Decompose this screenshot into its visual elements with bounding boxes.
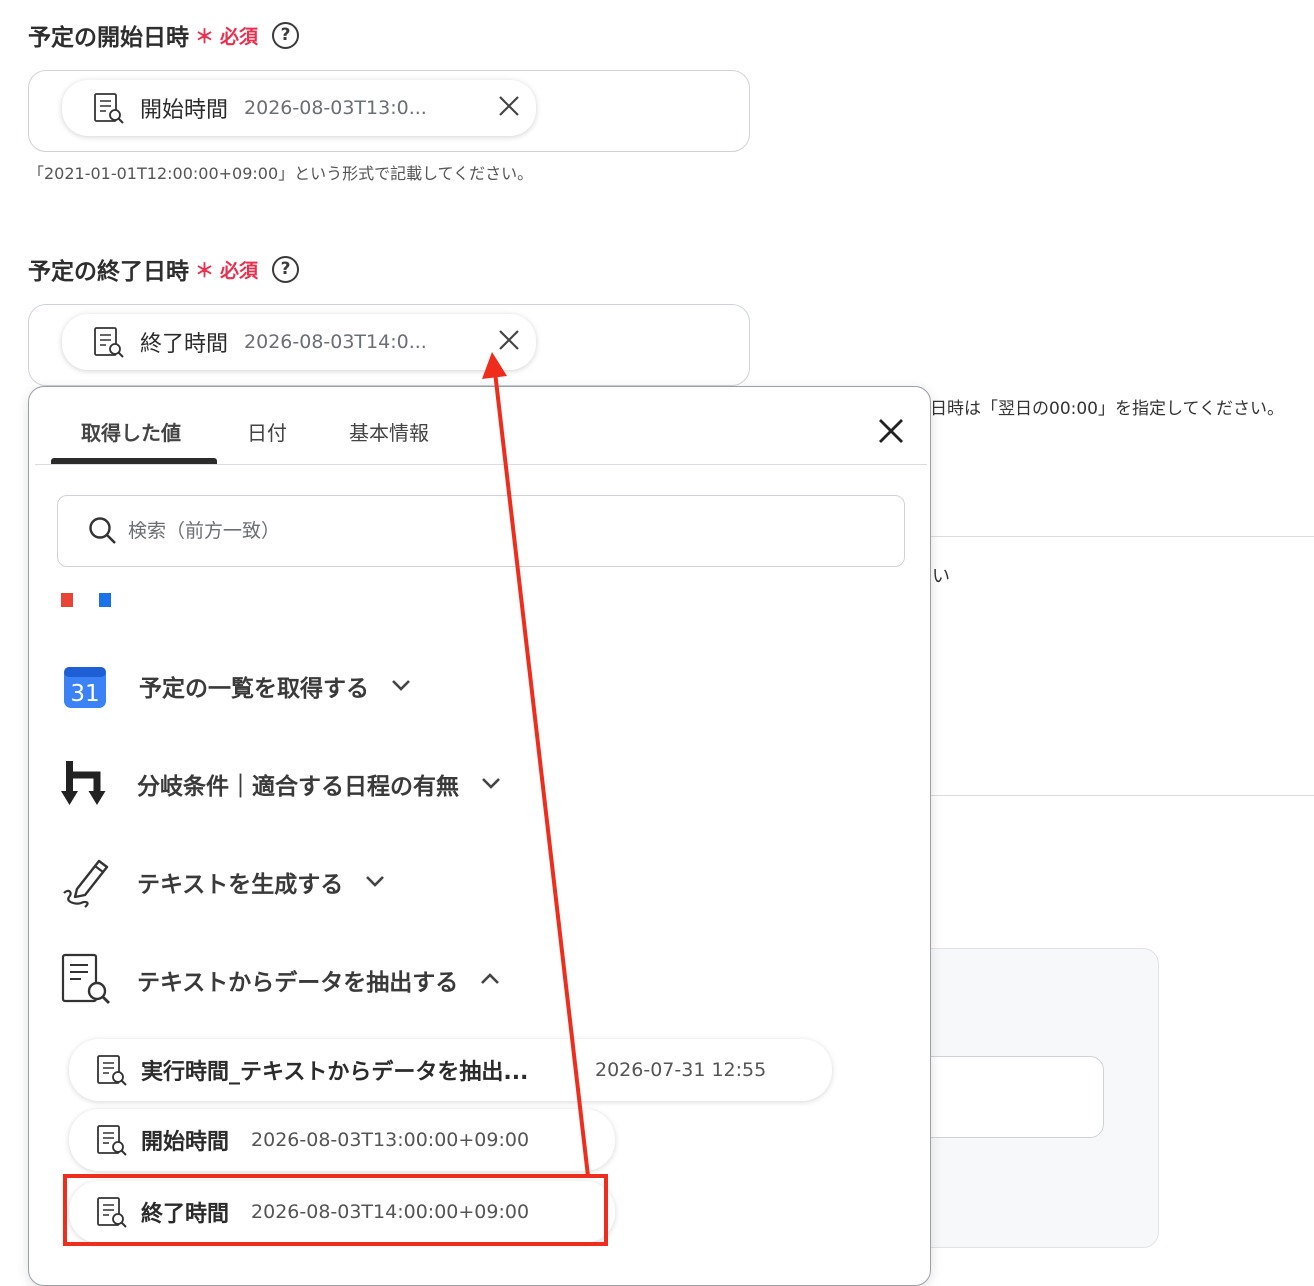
annotation-arrow xyxy=(482,352,590,1177)
